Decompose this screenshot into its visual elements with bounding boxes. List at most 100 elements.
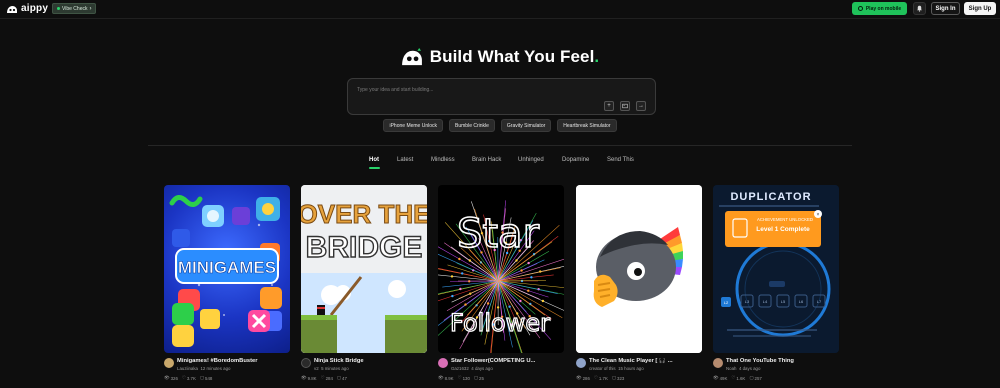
close-icon[interactable]: × — [817, 212, 820, 218]
card-thumbnail[interactable]: DUPLICATOR × ACHIEVEMENT UNLOCKED Level … — [713, 185, 839, 353]
music-player-artwork — [576, 185, 702, 353]
star-dot — [486, 302, 490, 305]
comments-count: 257 — [754, 375, 762, 381]
avatar[interactable] — [164, 358, 174, 368]
suggestion-chip[interactable]: Gravity Simulator — [500, 119, 552, 132]
suggestion-chip[interactable]: Bumble Crinkle — [449, 119, 495, 132]
comments-stat[interactable]: ▢ 25 — [474, 375, 484, 381]
comments-count: 25 — [479, 375, 484, 381]
thumb-title: DUPLICATOR — [730, 191, 811, 203]
heart-icon: ♡ — [320, 375, 325, 380]
eye-icon: 👁 — [713, 375, 719, 380]
prompt-input[interactable]: Type your idea and start building... + → — [347, 78, 656, 115]
thumb-title-line-2: Follower — [450, 309, 550, 337]
vibe-check-button[interactable]: Vibe Check › — [52, 3, 97, 14]
likes-stat[interactable]: ♡ 284 — [321, 375, 333, 381]
logo-text: aippy — [21, 3, 49, 14]
image-button[interactable] — [620, 101, 630, 111]
star-dot — [464, 303, 467, 306]
tab-dopamine[interactable]: Dopamine — [562, 157, 589, 163]
avatar[interactable] — [301, 358, 311, 368]
play-on-mobile-label: Play on mobile — [865, 5, 902, 12]
likes-count: 1.6K — [736, 375, 746, 381]
submit-button[interactable]: → — [636, 101, 646, 111]
likes-stat[interactable]: ♡ 130 — [458, 375, 470, 381]
suggestion-chip[interactable]: Heartbreak Simulator — [557, 119, 617, 132]
hero-title-text: Build What You Feel — [429, 47, 595, 66]
star-dot — [461, 272, 464, 275]
views-stat: 👁 326 — [164, 375, 178, 381]
top-bar: aippy Vibe Check › Play on mobile Sign I… — [0, 0, 1000, 18]
comments-stat[interactable]: ▢ 257 — [749, 375, 761, 381]
avatar[interactable] — [713, 358, 723, 368]
eye-icon: 👁 — [301, 375, 307, 380]
star-dot — [451, 294, 454, 298]
views-stat: 👁 286 — [576, 375, 590, 381]
comments-stat[interactable]: ▢ 323 — [612, 375, 624, 381]
card-author-time: Lauziinaka 12 minutes ago — [177, 366, 230, 371]
card-author[interactable]: Lauziinaka — [177, 366, 198, 371]
avatar[interactable] — [438, 358, 448, 368]
views-count: 49K — [719, 375, 728, 381]
likes-stat[interactable]: ♡ 1.6K — [731, 375, 745, 381]
card-author[interactable]: creator of this — [589, 366, 616, 371]
card-thumbnail[interactable]: Star Follower — [438, 185, 564, 353]
play-on-mobile-button[interactable]: Play on mobile — [852, 2, 907, 15]
comments-count: 548 — [205, 375, 213, 381]
tab-send-this[interactable]: Send This — [607, 157, 634, 163]
card-time: 4 days ago — [471, 366, 493, 371]
level-button[interactable]: L5 — [781, 299, 786, 304]
views-count: 8.9K — [444, 375, 454, 381]
card-title[interactable]: The Clean Music Player [ 🎧 ... — [589, 358, 702, 364]
level-button[interactable]: L4 — [763, 299, 768, 304]
avatar[interactable] — [576, 358, 586, 368]
views-count: 9.8K — [307, 375, 317, 381]
suggestion-chip[interactable]: iPhone Meme Unlock — [383, 119, 444, 132]
likes-count: 3.7K — [186, 375, 196, 381]
prompt-placeholder: Type your idea and start building... — [357, 87, 434, 93]
tab-latest[interactable]: Latest — [397, 157, 413, 163]
tab-unhinged[interactable]: Unhinged — [518, 157, 544, 163]
tab-brain-hack[interactable]: Brain Hack — [472, 157, 501, 163]
tab-hot[interactable]: Hot — [369, 157, 379, 163]
logo-icon — [7, 5, 17, 13]
comments-stat[interactable]: ▢ 47 — [337, 375, 347, 381]
level-button[interactable]: L2 — [724, 300, 729, 305]
achievement-label: ACHIEVEMENT UNLOCKED — [757, 217, 813, 222]
sign-in-button[interactable]: Sign In — [931, 2, 960, 15]
suggestion-chips: iPhone Meme Unlock Bumble Crinkle Gravit… — [0, 119, 1000, 132]
star-dot — [519, 299, 522, 303]
card-author[interactable]: v2 — [314, 366, 319, 371]
level-button[interactable]: L7 — [817, 299, 822, 304]
card-title[interactable]: Minigames! #BoredomBuster — [177, 358, 290, 364]
level-button[interactable]: L3 — [745, 299, 750, 304]
card-author[interactable]: Gaz1632 — [451, 366, 469, 371]
notifications-button[interactable] — [913, 2, 926, 15]
add-attachment-button[interactable]: + — [604, 101, 614, 111]
comments-stat[interactable]: ▢ 548 — [200, 375, 212, 381]
card-thumbnail[interactable] — [576, 185, 702, 353]
views-count: 326 — [170, 375, 178, 381]
eye-icon: 👁 — [576, 375, 582, 380]
card-title[interactable]: Star Follower(COMPETING U... — [451, 358, 564, 364]
card-author-time: v2 5 minutes ago — [314, 366, 349, 371]
comments-count: 323 — [617, 375, 625, 381]
level-button[interactable]: L6 — [799, 299, 804, 304]
heart-icon: ♡ — [181, 375, 186, 380]
card-stats: 👁 49K ♡ 1.6K ▢ 257 — [713, 375, 762, 381]
card-time: 12 minutes ago — [200, 366, 231, 371]
sign-up-button[interactable]: Sign Up — [964, 2, 996, 15]
heart-icon: ♡ — [457, 375, 462, 380]
star-dot — [459, 287, 462, 291]
card-author-time: creator of this 15 hours ago — [589, 366, 644, 371]
card-thumbnail[interactable]: MINIGAMES — [164, 185, 290, 353]
card-title[interactable]: That One YouTube Thing — [726, 358, 839, 364]
likes-stat[interactable]: ♡ 3.7K — [182, 375, 196, 381]
card-title[interactable]: Ninja Stick Bridge — [314, 358, 427, 364]
tab-mindless[interactable]: Mindless — [431, 157, 455, 163]
logo[interactable]: aippy — [6, 3, 48, 14]
card-thumbnail[interactable]: OVER THE BRIDGE — [301, 185, 427, 353]
comment-icon: ▢ — [473, 375, 479, 380]
likes-stat[interactable]: ♡ 1.7K — [594, 375, 608, 381]
card-author[interactable]: Noah — [726, 366, 737, 371]
